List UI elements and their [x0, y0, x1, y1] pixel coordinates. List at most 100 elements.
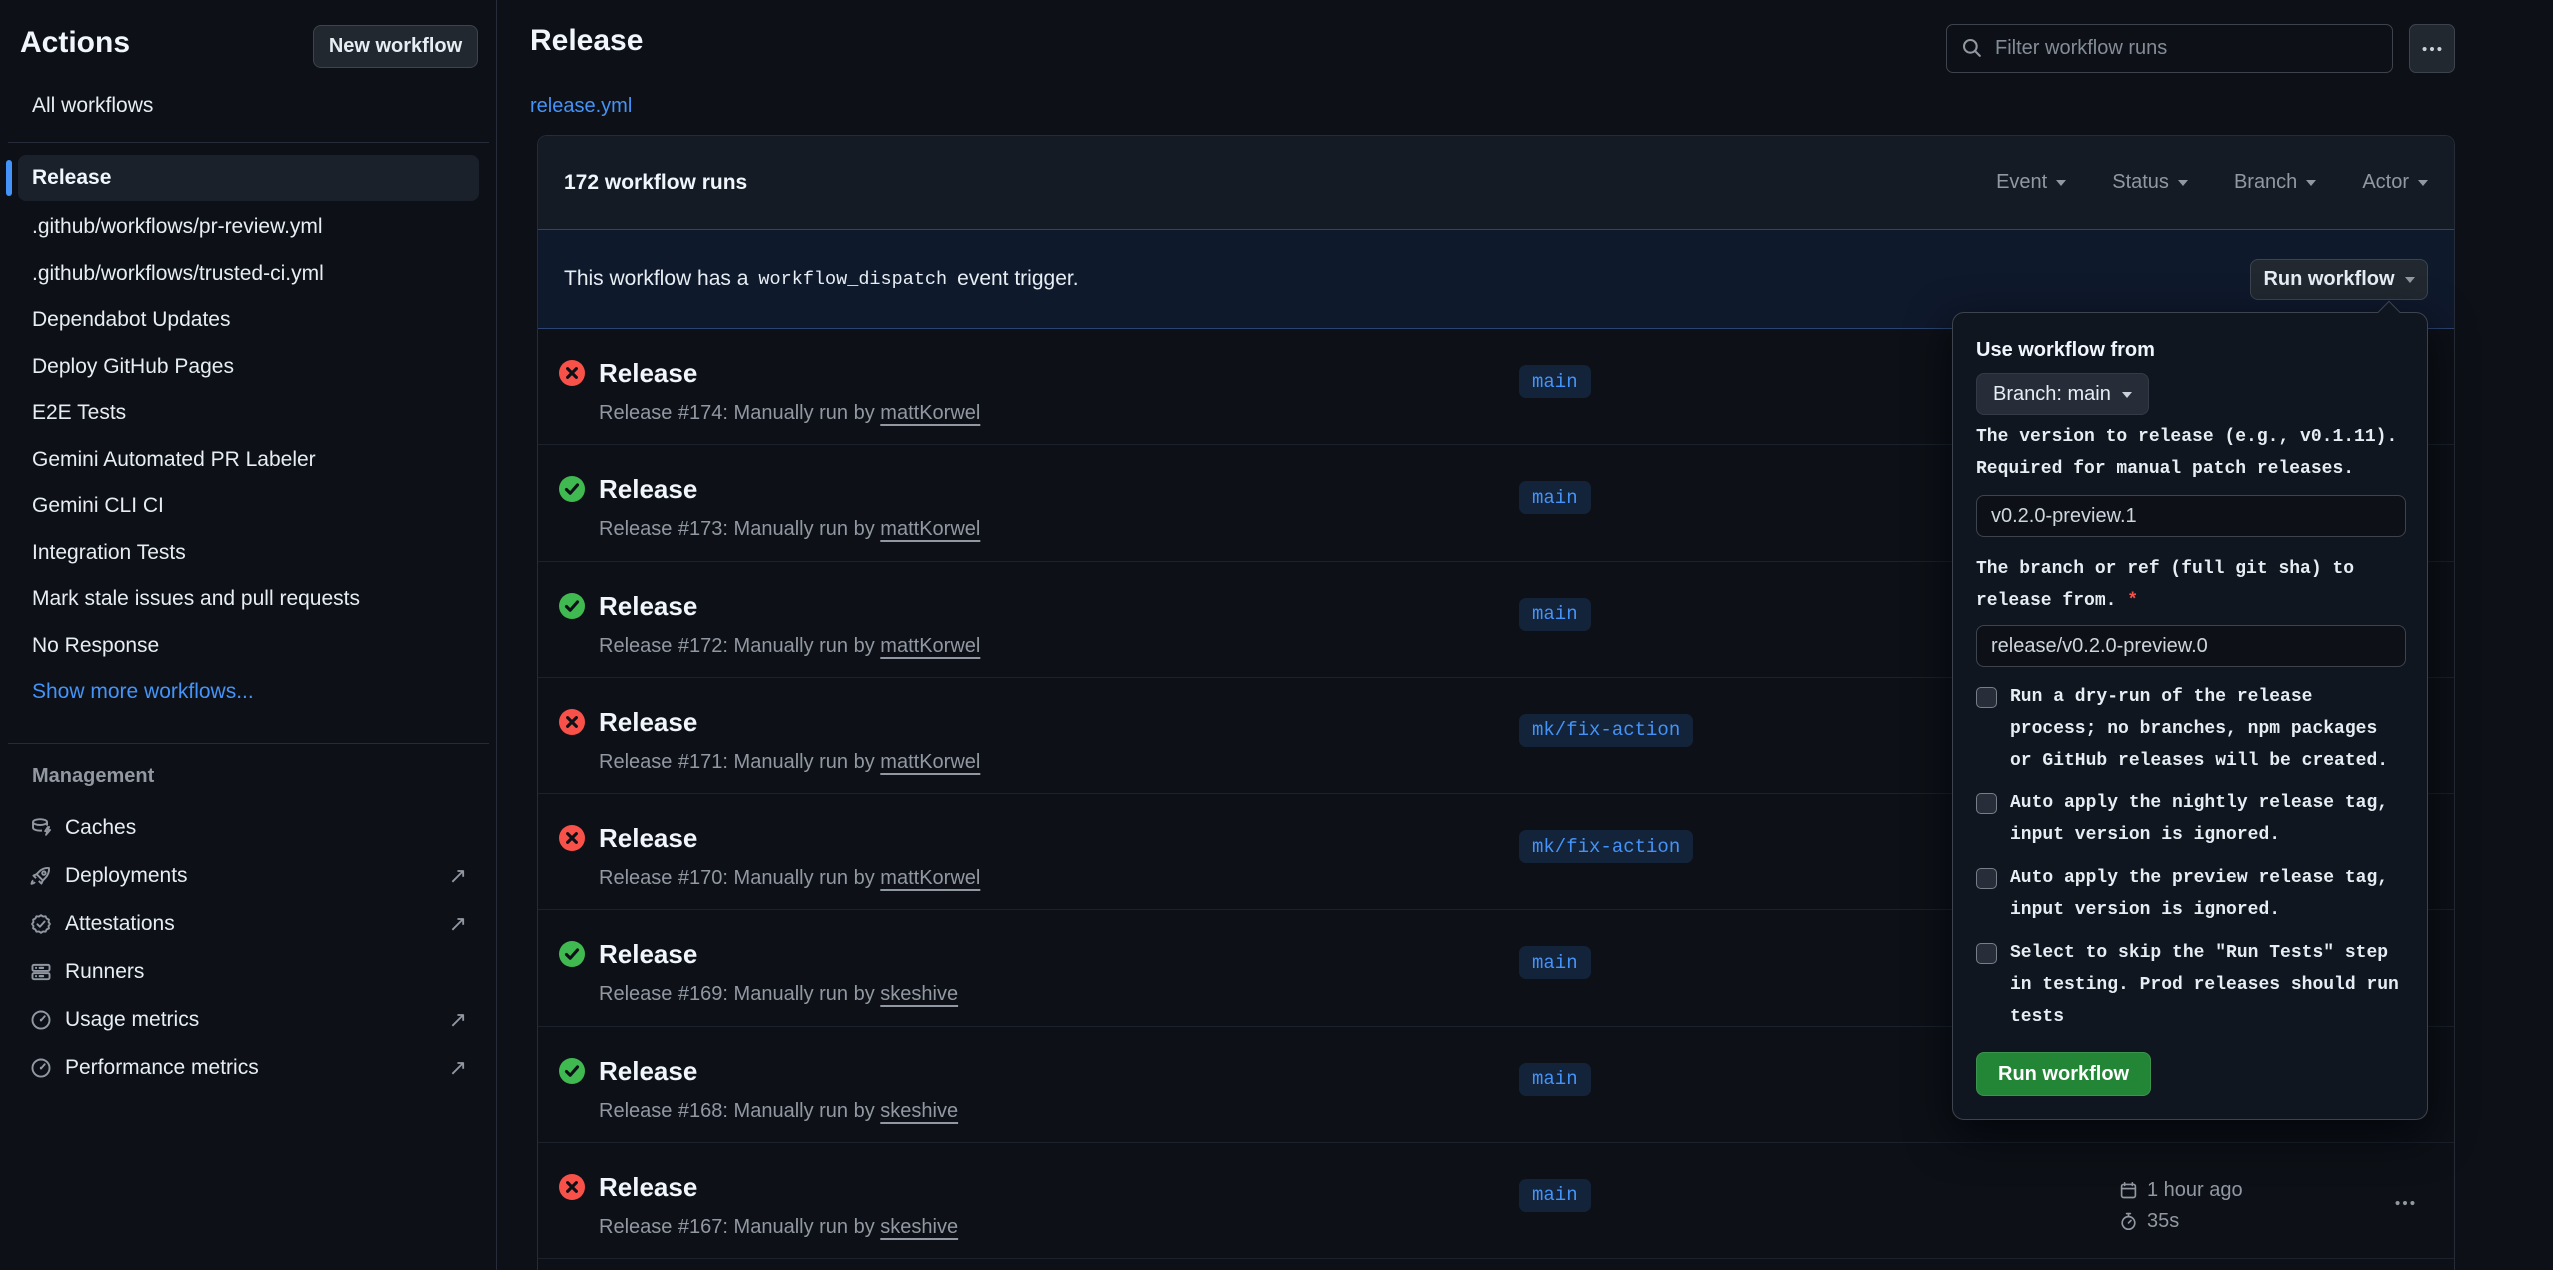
checkbox-label[interactable]: Select to skip the "Run Tests" step in t…	[2010, 937, 2406, 1033]
run-title[interactable]: Release	[599, 591, 697, 622]
run-workflow-dropdown-button[interactable]: Run workflow	[2250, 259, 2428, 300]
run-options-kebab-button[interactable]	[2384, 1185, 2426, 1221]
actor-link[interactable]: mattKorwel	[880, 402, 980, 424]
status-filter-dropdown[interactable]: Status	[2112, 171, 2188, 194]
sidebar-title: Actions	[20, 26, 130, 60]
page-title: Release	[530, 24, 643, 58]
sidebar-item-usage-metrics[interactable]: Usage metrics ↗	[0, 996, 497, 1044]
run-workflow-submit-button[interactable]: Run workflow	[1976, 1052, 2151, 1096]
checkbox-label[interactable]: Auto apply the preview release tag, inpu…	[2010, 862, 2406, 926]
banner-code: workflow_dispatch	[758, 269, 947, 290]
sidebar-item-workflow[interactable]: No Response	[0, 623, 497, 670]
actor-link[interactable]: mattKorwel	[880, 751, 980, 773]
sidebar-item-workflow[interactable]: Integration Tests	[0, 530, 497, 577]
branch-badge[interactable]: main	[1519, 1063, 1591, 1096]
actor-link[interactable]: skeshive	[880, 983, 958, 1005]
checkbox-label[interactable]: Auto apply the nightly release tag, inpu…	[2010, 787, 2406, 851]
chevron-down-icon	[2405, 277, 2415, 288]
sidebar-item-workflow[interactable]: Mark stale issues and pull requests	[0, 576, 497, 623]
sidebar-item-workflow[interactable]: E2E Tests	[0, 390, 497, 437]
sidebar-item-all-workflows[interactable]: All workflows	[18, 83, 479, 129]
event-filter-dropdown[interactable]: Event	[1996, 171, 2066, 194]
workflow-options-kebab-button[interactable]	[2409, 24, 2455, 73]
sidebar-item-runners[interactable]: Runners	[0, 948, 497, 996]
banner-text: event trigger.	[957, 267, 1078, 291]
nightly-tag-checkbox-row: Auto apply the nightly release tag, inpu…	[1976, 787, 2410, 851]
runs-panel-header: 172 workflow runs Event Status Branch Ac…	[538, 136, 2454, 230]
skip-tests-checkbox[interactable]	[1976, 943, 1997, 964]
sidebar-item-workflow[interactable]: .github/workflows/trusted-ci.yml	[0, 251, 497, 298]
filter-runs-searchbox	[1946, 24, 2393, 73]
ref-field-description: The branch or ref (full git sha) to rele…	[1976, 553, 2408, 617]
branch-badge[interactable]: main	[1519, 598, 1591, 631]
actor-link[interactable]: mattKorwel	[880, 635, 980, 657]
actor-link[interactable]: skeshive	[880, 1100, 958, 1122]
run-status-icon	[559, 941, 585, 967]
run-title[interactable]: Release	[599, 939, 697, 970]
run-description: Release #167: Manually run by skeshive	[599, 1216, 958, 1239]
ref-input[interactable]	[1976, 625, 2406, 667]
run-title[interactable]: Release	[599, 1172, 697, 1203]
filter-workflow-runs-input[interactable]	[1946, 24, 2393, 73]
sidebar-item-deployments[interactable]: Deployments ↗	[0, 852, 497, 900]
branch-badge[interactable]: main	[1519, 946, 1591, 979]
run-workflow-popup: Use workflow from Branch: main The versi…	[1952, 312, 2428, 1120]
external-link-icon: ↗	[449, 1007, 467, 1033]
checkbox-label[interactable]: Run a dry-run of the release process; no…	[2010, 681, 2406, 777]
run-title[interactable]: Release	[599, 823, 697, 854]
new-workflow-button[interactable]: New workflow	[313, 25, 478, 68]
branch-badge[interactable]: mk/fix-action	[1519, 714, 1693, 747]
popup-title: Use workflow from	[1976, 339, 2155, 362]
run-time: 1 hour ago	[2119, 1175, 2243, 1206]
run-status-icon	[559, 709, 585, 735]
run-description: Release #174: Manually run by mattKorwel	[599, 402, 980, 425]
run-meta: 1 hour ago 35s	[2119, 1175, 2243, 1237]
run-duration: 35s	[2119, 1206, 2243, 1237]
dry-run-checkbox[interactable]	[1976, 687, 1997, 708]
sidebar-item-workflow[interactable]: Deploy GitHub Pages	[0, 344, 497, 391]
workflow-run-row[interactable]: Release Release #167: Manually run by sk…	[538, 1143, 2454, 1259]
actor-link[interactable]: skeshive	[880, 1216, 958, 1238]
sidebar-item-performance-metrics[interactable]: Performance metrics ↗	[0, 1044, 497, 1092]
check-circle-fill-icon	[559, 593, 585, 619]
sidebar-item-workflow[interactable]: Dependabot Updates	[0, 297, 497, 344]
usage-metrics-icon	[30, 1009, 52, 1031]
actor-link[interactable]: mattKorwel	[880, 867, 980, 889]
run-title[interactable]: Release	[599, 1056, 697, 1087]
branch-badge[interactable]: main	[1519, 481, 1591, 514]
run-description: Release #173: Manually run by mattKorwel	[599, 518, 980, 541]
workflow-file-link[interactable]: release.yml	[530, 95, 632, 118]
branch-badge[interactable]: main	[1519, 365, 1591, 398]
preview-tag-checkbox[interactable]	[1976, 868, 1997, 889]
run-count-label: 172 workflow runs	[564, 171, 747, 195]
actor-filter-dropdown[interactable]: Actor	[2362, 171, 2428, 194]
sidebar-item-label: Caches	[65, 816, 136, 840]
branch-badge[interactable]: mk/fix-action	[1519, 830, 1693, 863]
sidebar-item-release[interactable]: Release	[18, 155, 479, 201]
check-circle-fill-icon	[559, 476, 585, 502]
sidebar-item-workflow[interactable]: Gemini Automated PR Labeler	[0, 437, 497, 484]
sidebar-item-workflow[interactable]: Gemini CLI CI	[0, 483, 497, 530]
run-title[interactable]: Release	[599, 707, 697, 738]
show-more-workflows-link[interactable]: Show more workflows...	[0, 669, 497, 716]
run-status-icon	[559, 1174, 585, 1200]
preview-tag-checkbox-row: Auto apply the preview release tag, inpu…	[1976, 862, 2410, 926]
version-input[interactable]	[1976, 495, 2406, 537]
actor-link[interactable]: mattKorwel	[880, 518, 980, 540]
sidebar-divider	[8, 743, 489, 744]
run-title[interactable]: Release	[599, 358, 697, 389]
sidebar-item-label: Runners	[65, 960, 144, 984]
actions-page: Actions New workflow All workflows Relea…	[0, 0, 2553, 1270]
performance-metrics-icon	[30, 1057, 52, 1079]
branch-filter-dropdown[interactable]: Branch	[2234, 171, 2316, 194]
stopwatch-icon	[2119, 1212, 2138, 1231]
chevron-down-icon	[2178, 180, 2188, 191]
run-description: Release #172: Manually run by mattKorwel	[599, 635, 980, 658]
nightly-tag-checkbox[interactable]	[1976, 793, 1997, 814]
branch-badge[interactable]: main	[1519, 1179, 1591, 1212]
sidebar-item-attestations[interactable]: Attestations ↗	[0, 900, 497, 948]
run-title[interactable]: Release	[599, 474, 697, 505]
sidebar-item-caches[interactable]: Caches	[0, 804, 497, 852]
sidebar-item-workflow[interactable]: .github/workflows/pr-review.yml	[0, 204, 497, 251]
branch-select-dropdown[interactable]: Branch: main	[1976, 373, 2149, 415]
